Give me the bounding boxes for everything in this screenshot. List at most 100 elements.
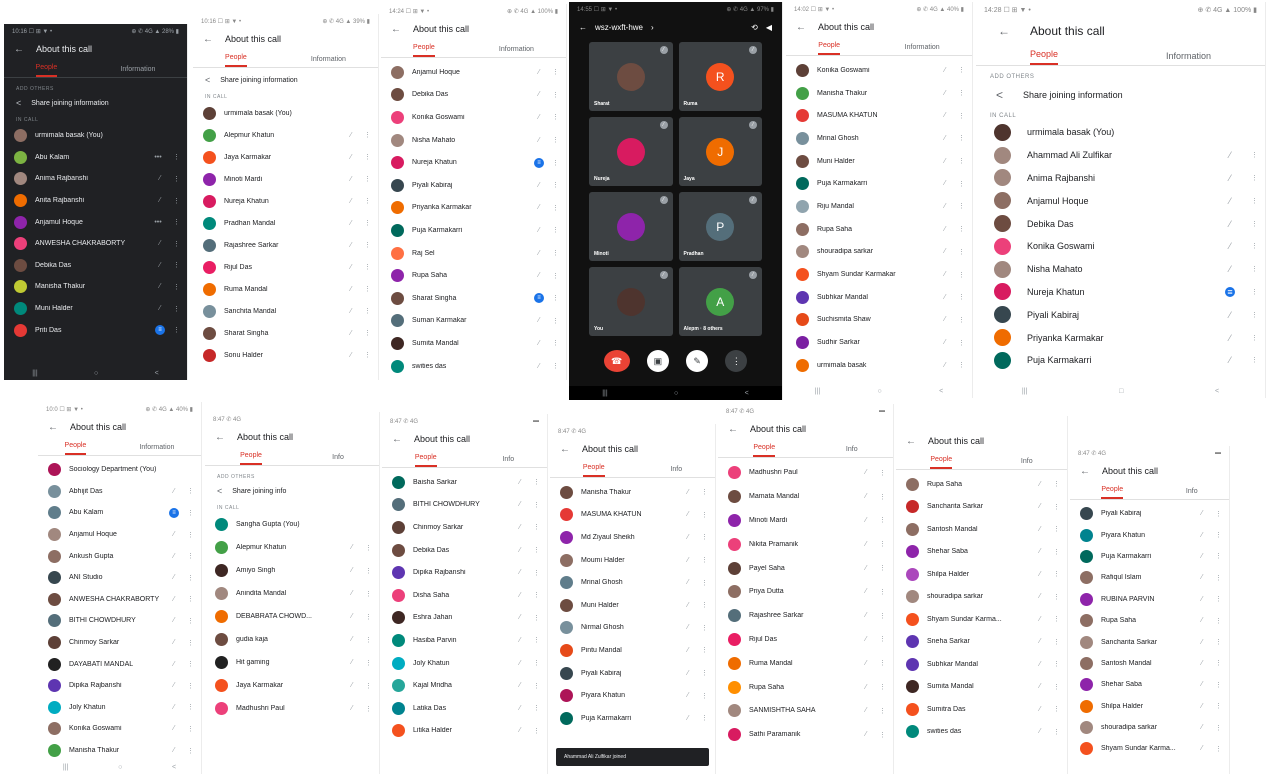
- video-tile[interactable]: A ⁄ Alepm · 8 others: [678, 267, 762, 336]
- participant-row[interactable]: Rupa Saha ⁄ ⋮: [896, 473, 1067, 496]
- more-options-icon[interactable]: ⋮: [1053, 503, 1060, 511]
- tab-info[interactable]: Info: [670, 466, 682, 477]
- video-tile[interactable]: ⁄ You: [589, 267, 673, 336]
- participant-row[interactable]: Sumita Mandal ⁄ ⋮: [381, 332, 566, 355]
- home-icon[interactable]: □: [1119, 388, 1123, 395]
- participant-row[interactable]: Latika Das ⁄ ⋮: [382, 697, 547, 720]
- more-options-icon[interactable]: ⋮: [552, 204, 559, 212]
- participant-row[interactable]: Rijul Das ⁄ ⋮: [193, 256, 378, 278]
- participant-row[interactable]: Anjamul Hoque ⁄ ⋮: [976, 189, 1265, 212]
- participant-row[interactable]: Santosh Mandal ⁄ ⋮: [896, 518, 1067, 541]
- participant-row[interactable]: Sathi Paramanik ⁄ ⋮: [718, 723, 893, 747]
- more-options-icon[interactable]: ⋮: [958, 271, 965, 279]
- recent-apps-icon[interactable]: |||: [815, 388, 820, 395]
- more-options-icon[interactable]: ⋮: [364, 175, 371, 183]
- participant-row[interactable]: Chinmoy Sarkar ⁄ ⋮: [38, 632, 201, 654]
- participant-row[interactable]: Shyam Sundar Karmakar ⁄ ⋮: [786, 263, 972, 286]
- participant-row[interactable]: Hit gaming ⁄ ⋮: [205, 651, 379, 674]
- participant-row[interactable]: Piyali Kabiraj ⁄ ⋮: [550, 662, 715, 685]
- more-options-icon[interactable]: ⋮: [173, 261, 180, 269]
- more-options-icon[interactable]: ⋮: [958, 180, 965, 188]
- more-options-icon[interactable]: ⋮: [552, 362, 559, 370]
- participant-row[interactable]: SANMISHTHA SAHA ⁄ ⋮: [718, 699, 893, 723]
- more-options-icon[interactable]: ⋮: [958, 293, 965, 301]
- participant-row[interactable]: Manisha Thakur ⁄ ⋮: [4, 276, 187, 298]
- more-options-icon[interactable]: ⋮: [701, 624, 708, 632]
- participant-row[interactable]: Shyam Sundar Karma... ⁄ ⋮: [1070, 738, 1229, 759]
- participant-row[interactable]: Debika Das ⁄ ⋮: [976, 212, 1265, 235]
- more-options-icon[interactable]: ⋮: [364, 219, 371, 227]
- more-options-icon[interactable]: ⋮: [958, 225, 965, 233]
- more-options-icon[interactable]: ⋮: [365, 636, 372, 644]
- more-options-icon[interactable]: ⋮: [1053, 660, 1060, 668]
- participant-row[interactable]: Minoti Mardi ⁄ ⋮: [193, 168, 378, 190]
- participant-row[interactable]: Debika Das ⁄ ⋮: [381, 84, 566, 107]
- participant-row[interactable]: Priyanka Karmakar ⁄ ⋮: [976, 326, 1265, 349]
- more-options-icon[interactable]: ⋮: [364, 329, 371, 337]
- participant-row[interactable]: Anita Rajbanshi ⁄ ⋮: [4, 190, 187, 212]
- more-options-icon[interactable]: ⋮: [187, 617, 194, 625]
- participant-row[interactable]: Sociology Department (You): [38, 459, 201, 481]
- tab-information[interactable]: Information: [499, 46, 534, 57]
- more-options-icon[interactable]: ⋮: [701, 488, 708, 496]
- tab-people[interactable]: People: [225, 54, 247, 67]
- tab-information[interactable]: Information: [139, 444, 174, 455]
- participant-row[interactable]: Mrinal Ghosh ⁄ ⋮: [550, 571, 715, 594]
- more-options-icon[interactable]: ⋮: [879, 493, 886, 501]
- more-options-icon[interactable]: ⋮: [1053, 728, 1060, 736]
- more-options-icon[interactable]: ⋮: [1251, 174, 1258, 182]
- participant-row[interactable]: Konika Goswami ⁄ ⋮: [786, 59, 972, 82]
- participant-row[interactable]: Sanchita Mandal ⁄ ⋮: [193, 300, 378, 322]
- participant-row[interactable]: Piyara Khatun ⁄ ⋮: [1070, 524, 1229, 545]
- more-options-icon[interactable]: ⋮: [879, 612, 886, 620]
- participant-row[interactable]: Eshra Jahan ⁄ ⋮: [382, 607, 547, 630]
- participant-row[interactable]: Puja Karmakarri ⁄ ⋮: [786, 172, 972, 195]
- participant-row[interactable]: Sharat Singha ⁄ ⋮: [193, 322, 378, 344]
- participant-row[interactable]: Rupa Saha ⁄ ⋮: [718, 675, 893, 699]
- participant-row[interactable]: Shyam Sundar Karma... ⁄ ⋮: [896, 608, 1067, 631]
- participant-row[interactable]: Muni Halder ⁄ ⋮: [550, 594, 715, 617]
- more-options-icon[interactable]: ⋮: [701, 669, 708, 677]
- tab-people[interactable]: People: [818, 42, 841, 55]
- participant-row[interactable]: urmimala basak (You): [976, 121, 1265, 144]
- more-options-icon[interactable]: ⋮: [879, 540, 886, 548]
- participant-row[interactable]: Debika Das ⁄ ⋮: [382, 539, 547, 562]
- participant-row[interactable]: Puja Karmakarri ⁄ ⋮: [381, 219, 566, 242]
- more-options-icon[interactable]: ⋮: [187, 682, 194, 690]
- participant-row[interactable]: Shehar Saba ⁄ ⋮: [1070, 674, 1229, 695]
- more-options-icon[interactable]: ⋮: [365, 544, 372, 552]
- more-options-icon[interactable]: ⋮: [552, 317, 559, 325]
- participant-row[interactable]: Anindita Mandal ⁄ ⋮: [205, 582, 379, 605]
- video-tile[interactable]: R ⁄ Ruma: [678, 42, 762, 111]
- participant-row[interactable]: shouradipa sarkar ⁄ ⋮: [896, 586, 1067, 609]
- more-options-icon[interactable]: ⋮: [1215, 659, 1222, 667]
- home-icon[interactable]: ○: [674, 390, 678, 397]
- more-options-icon[interactable]: ⋮: [552, 181, 559, 189]
- more-options-icon[interactable]: ⋮: [533, 614, 540, 622]
- more-options-icon[interactable]: ⋮: [1215, 745, 1222, 753]
- tab-information[interactable]: Information: [120, 66, 155, 77]
- back-arrow-icon[interactable]: ←: [14, 44, 24, 55]
- back-arrow-icon[interactable]: ←: [203, 34, 213, 45]
- participant-row[interactable]: Konika Goswami ⁄ ⋮: [381, 106, 566, 129]
- more-options-icon[interactable]: ⋮: [187, 660, 194, 668]
- participant-row[interactable]: Manisha Thakur ⁄ ⋮: [550, 481, 715, 504]
- tab-info[interactable]: Info: [332, 454, 344, 465]
- more-options-icon[interactable]: ⋮: [1215, 724, 1222, 732]
- more-options-icon[interactable]: ⋮: [958, 157, 965, 165]
- speaker-icon[interactable]: ◀: [766, 23, 772, 32]
- participant-row[interactable]: DEBABRATA CHOWD... ⁄ ⋮: [205, 605, 379, 628]
- participant-row[interactable]: Dipika Rajbanshi ⁄ ⋮: [38, 675, 201, 697]
- participant-row[interactable]: Payel Saha ⁄ ⋮: [718, 556, 893, 580]
- more-options-icon[interactable]: ⋮: [364, 131, 371, 139]
- more-options-icon[interactable]: ⋮: [958, 316, 965, 324]
- more-options-icon[interactable]: ⋮: [533, 659, 540, 667]
- participant-row[interactable]: Ahammad Ali Zulfikar ⁄ ⋮: [976, 144, 1265, 167]
- participant-row[interactable]: shouradipa sarkar ⁄ ⋮: [786, 241, 972, 264]
- more-options-icon[interactable]: ⋮: [1053, 525, 1060, 533]
- more-options-icon[interactable]: ⋮: [1251, 311, 1258, 319]
- participant-row[interactable]: Rupa Saha ⁄ ⋮: [786, 218, 972, 241]
- tab-information[interactable]: Information: [311, 56, 346, 67]
- participant-row[interactable]: Sancharita Sarkar ⁄ ⋮: [1070, 631, 1229, 652]
- participant-row[interactable]: Kajal Mridha ⁄ ⋮: [382, 674, 547, 697]
